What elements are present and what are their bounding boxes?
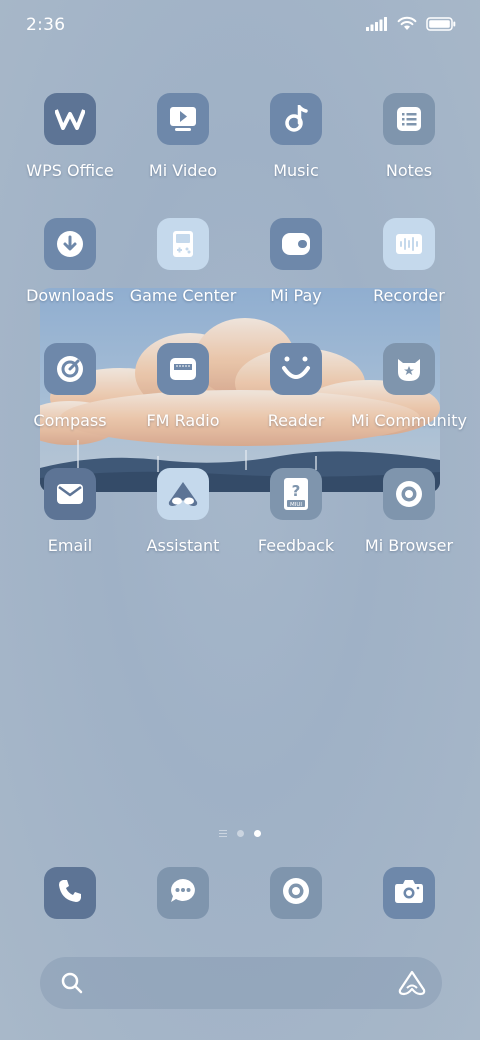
music-icon [270,93,322,145]
app-label: Mi Browser [364,536,454,555]
app-label: Compass [33,411,107,430]
app-email[interactable]: Email [14,468,126,580]
app-mi-pay[interactable]: Mi Pay [240,218,352,330]
reader-icon [270,343,322,395]
feedback-badge-text: MIUI [290,502,302,508]
phone-icon [57,878,83,908]
app-label: Email [47,536,93,555]
app-mi-community[interactable]: Mi Community [351,343,467,455]
app-wps-office[interactable]: WPS Office [14,93,126,205]
app-mi-video[interactable]: Mi Video [127,93,239,205]
app-label: Music [273,161,319,180]
messaging-icon [169,877,197,909]
mi-community-icon [383,343,435,395]
mi-video-icon [157,93,209,145]
compass-icon [44,343,96,395]
app-compass[interactable]: Compass [14,343,126,455]
app-label: Game Center [129,286,237,305]
app-label: FM Radio [146,411,220,430]
assistant-icon [157,468,209,520]
mi-browser-icon [383,468,435,520]
app-label: Reader [267,411,325,430]
page-dot-1[interactable] [237,830,244,837]
app-assistant[interactable]: Assistant [127,468,239,580]
app-label: WPS Office [26,161,114,180]
signal-icon [366,16,388,35]
page-indicator[interactable] [0,830,480,837]
app-mi-browser[interactable]: Mi Browser [353,468,465,580]
downloads-icon [44,218,96,270]
wps-office-icon [44,93,96,145]
status-time: 2:36 [26,15,66,35]
search-bar[interactable] [40,957,442,1009]
app-label: Notes [385,161,433,180]
mi-pay-icon [270,218,322,270]
app-fm-radio[interactable]: FM Radio [127,343,239,455]
app-label: Feedback [257,536,335,555]
app-notes[interactable]: Notes [353,93,465,205]
dock-messaging[interactable] [157,867,209,919]
dock-camera[interactable] [383,867,435,919]
app-label: Downloads [26,286,114,305]
app-downloads[interactable]: Downloads [14,218,126,330]
app-feedback[interactable]: ? MIUI Feedback [240,468,352,580]
app-label: Recorder [373,286,445,305]
app-reader[interactable]: Reader [240,343,352,455]
dock-phone[interactable] [44,867,96,919]
wifi-icon [397,16,417,35]
search-icon [60,971,84,999]
battery-icon [426,16,456,35]
email-icon [44,468,96,520]
app-label: Mi Video [148,161,218,180]
app-music[interactable]: Music [240,93,352,205]
svg-text:?: ? [292,482,301,500]
app-game-center[interactable]: Game Center [127,218,239,330]
status-bar: 2:36 [0,0,480,52]
feedback-icon: ? MIUI [270,468,322,520]
recorder-icon [383,218,435,270]
notes-icon [383,93,435,145]
app-label: Assistant [146,536,220,555]
status-icons [366,16,456,35]
page-dot-2[interactable] [254,830,261,837]
dock-browser[interactable] [270,867,322,919]
assistant-icon[interactable] [398,970,426,1000]
browser-icon [282,877,310,909]
app-list-indicator-icon [219,830,227,837]
camera-icon [394,878,424,908]
game-center-icon [157,218,209,270]
app-recorder[interactable]: Recorder [353,218,465,330]
app-label: Mi Pay [270,286,322,305]
fm-radio-icon [157,343,209,395]
app-label: Mi Community [351,411,467,430]
